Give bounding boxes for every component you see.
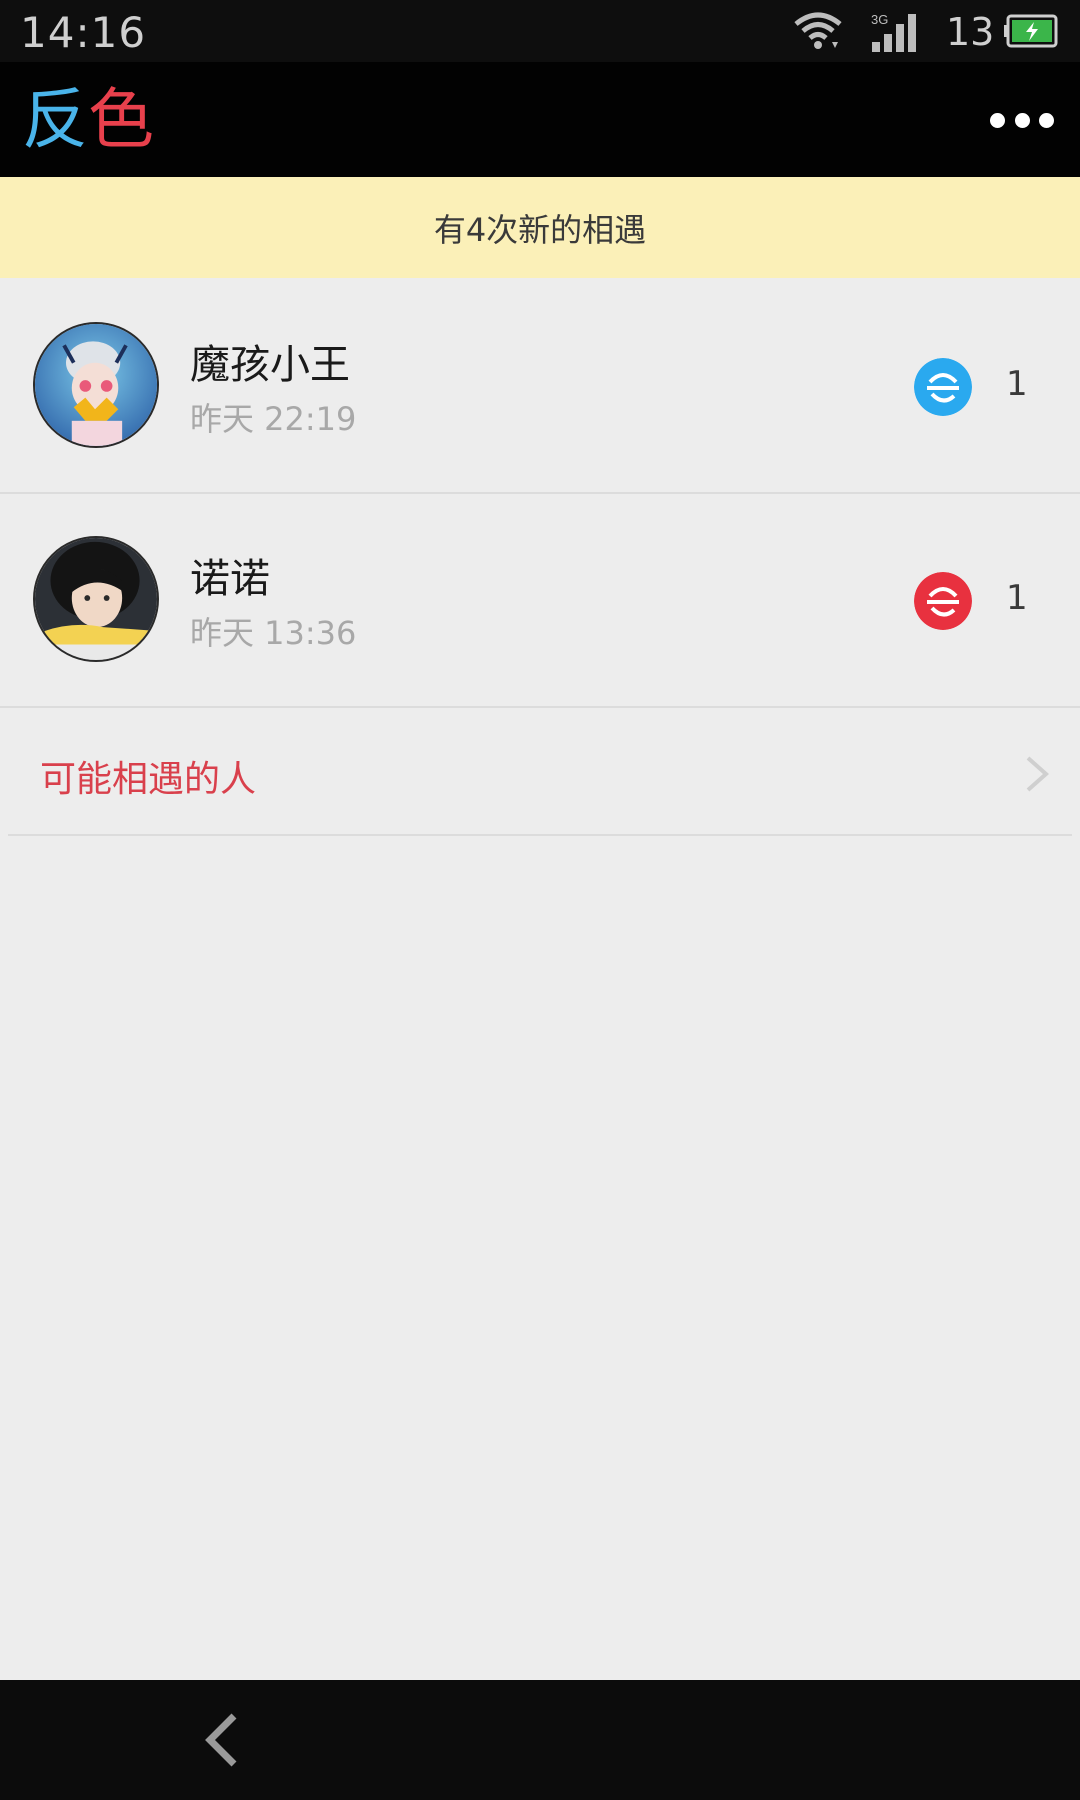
- logo-part1: 反: [22, 81, 88, 158]
- logo-part2: 色: [88, 81, 154, 158]
- status-bar: 14:16 3G 13: [0, 0, 1080, 62]
- avatar: [33, 536, 159, 662]
- maybe-met-row[interactable]: 可能相遇的人: [8, 710, 1072, 836]
- app-logo: 反色: [22, 80, 154, 160]
- encounter-time: 昨天 13:36: [190, 614, 357, 652]
- signal-icon: 3G: [871, 12, 916, 52]
- encounter-name: 诺诺: [190, 556, 270, 602]
- more-dot: [990, 112, 1005, 128]
- network-type-label: 3G: [871, 12, 888, 27]
- nav-bar: [0, 1680, 1080, 1800]
- encounter-time: 昨天 22:19: [190, 400, 357, 438]
- avatar: [33, 322, 159, 448]
- encounter-count: 1: [1006, 578, 1028, 618]
- encounter-count: 1: [1006, 364, 1028, 404]
- more-dot: [1039, 112, 1054, 128]
- encounter-badge-icon: [914, 358, 972, 416]
- encounter-badge-icon: [914, 572, 972, 630]
- title-bar: 反色: [0, 62, 1080, 177]
- encounter-row[interactable]: 魔孩小王 昨天 22:19 1: [0, 280, 1080, 494]
- encounter-row[interactable]: 诺诺 昨天 13:36 1: [0, 494, 1080, 708]
- more-dots-icon[interactable]: [990, 100, 1054, 140]
- battery-icon: [1004, 14, 1058, 48]
- encounter-name: 魔孩小王: [190, 342, 350, 388]
- battery-level: 13: [946, 10, 995, 54]
- chevron-right-icon: [1026, 756, 1050, 792]
- notice-banner[interactable]: 有4次新的相遇: [0, 177, 1080, 278]
- back-icon[interactable]: [198, 1710, 246, 1770]
- more-dot: [1014, 112, 1030, 128]
- screen: 14:16 3G 13 反色 有4次新的相遇 魔孩小王 昨天 22:19 1 诺…: [0, 0, 1080, 1800]
- maybe-met-label: 可能相遇的人: [40, 759, 257, 800]
- notice-text: 有4次新的相遇: [433, 210, 647, 249]
- status-time: 14:16: [20, 8, 147, 57]
- wifi-icon: [794, 12, 842, 49]
